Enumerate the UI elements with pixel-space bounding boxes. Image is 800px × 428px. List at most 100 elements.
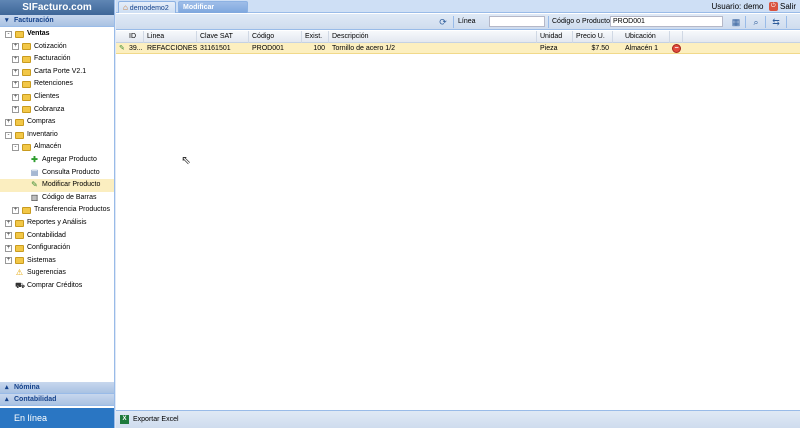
col-codigo[interactable]: Código	[249, 31, 302, 43]
tree-item-label: Inventario	[27, 130, 58, 138]
tree-item-label: Ventas	[27, 30, 50, 37]
section-header-facturacion[interactable]: ▾ Facturación	[0, 15, 114, 27]
panel-header-contabilidad[interactable]: ▴ Contabilidad	[0, 394, 114, 406]
tree-item-sugerencias[interactable]: ⚠ Sugerencias	[0, 267, 114, 280]
tree-item-label: Facturación	[34, 55, 71, 63]
folder-icon	[15, 131, 24, 139]
tab-modificar-producto[interactable]: Modificar Producto×	[178, 1, 248, 22]
tree-item-reportes-y-analisis[interactable]: + Reportes y Análisis	[0, 217, 114, 230]
folder-icon	[22, 81, 31, 89]
expand-icon[interactable]: +	[5, 219, 12, 227]
collapse-icon[interactable]: -	[12, 144, 19, 152]
col-descripcion[interactable]: Descripción	[329, 31, 537, 43]
cart-icon: ⛟	[15, 280, 26, 290]
collapse-icon[interactable]: -	[5, 30, 12, 38]
tab-home[interactable]: ⌂ demodemo2	[118, 1, 176, 13]
search-icon[interactable]: ⌕	[750, 16, 762, 28]
linea-input[interactable]	[489, 16, 545, 27]
cell-linea: REFACCIONES	[147, 45, 197, 52]
expand-icon[interactable]: +	[12, 81, 19, 89]
export-icon[interactable]: ⇆	[770, 16, 782, 28]
cell-ubicacion: Almacén 1	[625, 45, 659, 52]
expand-icon[interactable]: +	[12, 68, 19, 76]
expand-icon[interactable]: +	[5, 244, 12, 252]
col-ubicacion[interactable]: Ubicación	[613, 31, 670, 43]
chevron-up-icon: ▴	[5, 384, 9, 391]
expand-icon[interactable]: +	[12, 106, 19, 114]
tree-item-ventas[interactable]: - Ventas	[0, 28, 114, 41]
user-info: Usuario: demo ⏻ Salir	[711, 2, 796, 12]
expand-icon[interactable]: +	[5, 232, 12, 240]
collapse-icon[interactable]: -	[5, 131, 12, 139]
tree-item-label: Contabilidad	[27, 231, 66, 239]
export-excel-button[interactable]: X Exportar Excel	[120, 414, 179, 426]
col-actions	[670, 31, 683, 43]
tree-item-cobranza[interactable]: + Cobranza	[0, 104, 114, 117]
edit-pencil-icon[interactable]: ✎	[116, 43, 128, 54]
folder-icon	[15, 257, 24, 265]
main-panel: ⌂ demodemo2 Modificar Producto× Usuario:…	[116, 0, 800, 428]
tree-item-clientes[interactable]: + Clientes	[0, 91, 114, 104]
logout-icon[interactable]: ⏻	[768, 2, 778, 12]
tree-item-label: Configuración	[27, 244, 71, 252]
tree-item-label: Consulta Producto	[42, 168, 100, 176]
tree-item-inventario[interactable]: - Inventario	[0, 129, 114, 142]
tree-item-cotizacion[interactable]: + Cotización	[0, 41, 114, 54]
panel-header-nomina[interactable]: ▴ Nómina	[0, 382, 114, 394]
tree-item-modificar-producto[interactable]: ✎ Modificar Producto	[0, 179, 114, 192]
expand-icon[interactable]: +	[12, 43, 19, 51]
folder-icon	[15, 244, 24, 252]
refresh-icon[interactable]: ⟳	[437, 16, 449, 28]
tree-item-agregar-producto[interactable]: ✚ Agregar Producto	[0, 154, 114, 167]
add-icon: ✚	[31, 154, 38, 164]
expand-icon[interactable]: +	[12, 93, 19, 101]
cell-clave-sat: 31161501	[200, 45, 231, 52]
expand-icon[interactable]: +	[12, 207, 19, 215]
folder-icon	[22, 144, 31, 152]
online-status: En línea	[0, 408, 114, 428]
building-icon[interactable]: ▦	[730, 16, 742, 28]
search-toolbar: ⟳ Línea Código o Producto ▦ ⌕ ⇆	[116, 14, 800, 30]
folder-icon	[15, 30, 24, 38]
tree-item-label: Sugerencias	[27, 269, 66, 277]
folder-icon	[22, 55, 31, 63]
col-id[interactable]: ID	[116, 31, 144, 43]
codigo-input[interactable]	[610, 16, 723, 27]
tree-item-label: Retenciones	[34, 80, 73, 88]
tab-bar: ⌂ demodemo2 Modificar Producto× Usuario:…	[116, 0, 800, 22]
tree-item-retenciones[interactable]: + Retenciones	[0, 78, 114, 91]
expand-icon[interactable]: +	[5, 118, 12, 126]
tree-item-configuracion[interactable]: + Configuración	[0, 242, 114, 255]
tree-item-label: Modificar Producto	[42, 181, 101, 189]
logout-link[interactable]: Salir	[780, 2, 796, 11]
tree-item-transferencia-productos[interactable]: + Transferencia Productos	[0, 204, 114, 217]
col-linea[interactable]: Linea	[144, 31, 197, 43]
chevron-up-icon: ▴	[5, 396, 9, 403]
tree-item-consulta-producto[interactable]: ▤ Consulta Producto	[0, 167, 114, 180]
col-clave-sat[interactable]: Clave SAT	[197, 31, 249, 43]
table-row[interactable]: ✎ 39... REFACCIONES 31161501 PROD001 100…	[116, 43, 800, 54]
tree-item-compras[interactable]: + Compras	[0, 116, 114, 129]
tree-item-almacen[interactable]: - Almacén	[0, 141, 114, 154]
tree-item-facturacion[interactable]: + Facturación	[0, 53, 114, 66]
tree-item-codigo-de-barras[interactable]: ▥ Código de Barras	[0, 192, 114, 205]
brand-title: SIFacturo.com	[0, 0, 114, 15]
delete-icon[interactable]: −	[672, 44, 681, 53]
cell-precio: $7.50	[591, 45, 609, 52]
expand-icon[interactable]: +	[5, 257, 12, 265]
tree-item-label: Código de Barras	[42, 193, 97, 201]
tree-item-label: Reportes y Análisis	[27, 218, 87, 226]
tree-item-comprar-creditos[interactable]: ⛟ Comprar Créditos	[0, 280, 114, 293]
document-icon: ▤	[30, 167, 39, 177]
folder-icon	[22, 93, 31, 101]
col-precio[interactable]: Precio U.	[573, 31, 613, 43]
tree-item-contabilidad[interactable]: + Contabilidad	[0, 230, 114, 243]
tree-item-carta-porte-v2-1[interactable]: + Carta Porte V2.1	[0, 66, 114, 79]
expand-icon[interactable]: +	[12, 55, 19, 63]
tree-item-sistemas[interactable]: + Sistemas	[0, 255, 114, 268]
col-unidad[interactable]: Unidad	[537, 31, 573, 43]
mouse-pointer-icon: ⇖	[181, 153, 192, 167]
products-grid: ID Linea Clave SAT Código Exist. Descrip…	[116, 31, 800, 54]
tree-item-label: Almacén	[34, 143, 62, 151]
col-exist[interactable]: Exist.	[302, 31, 329, 43]
